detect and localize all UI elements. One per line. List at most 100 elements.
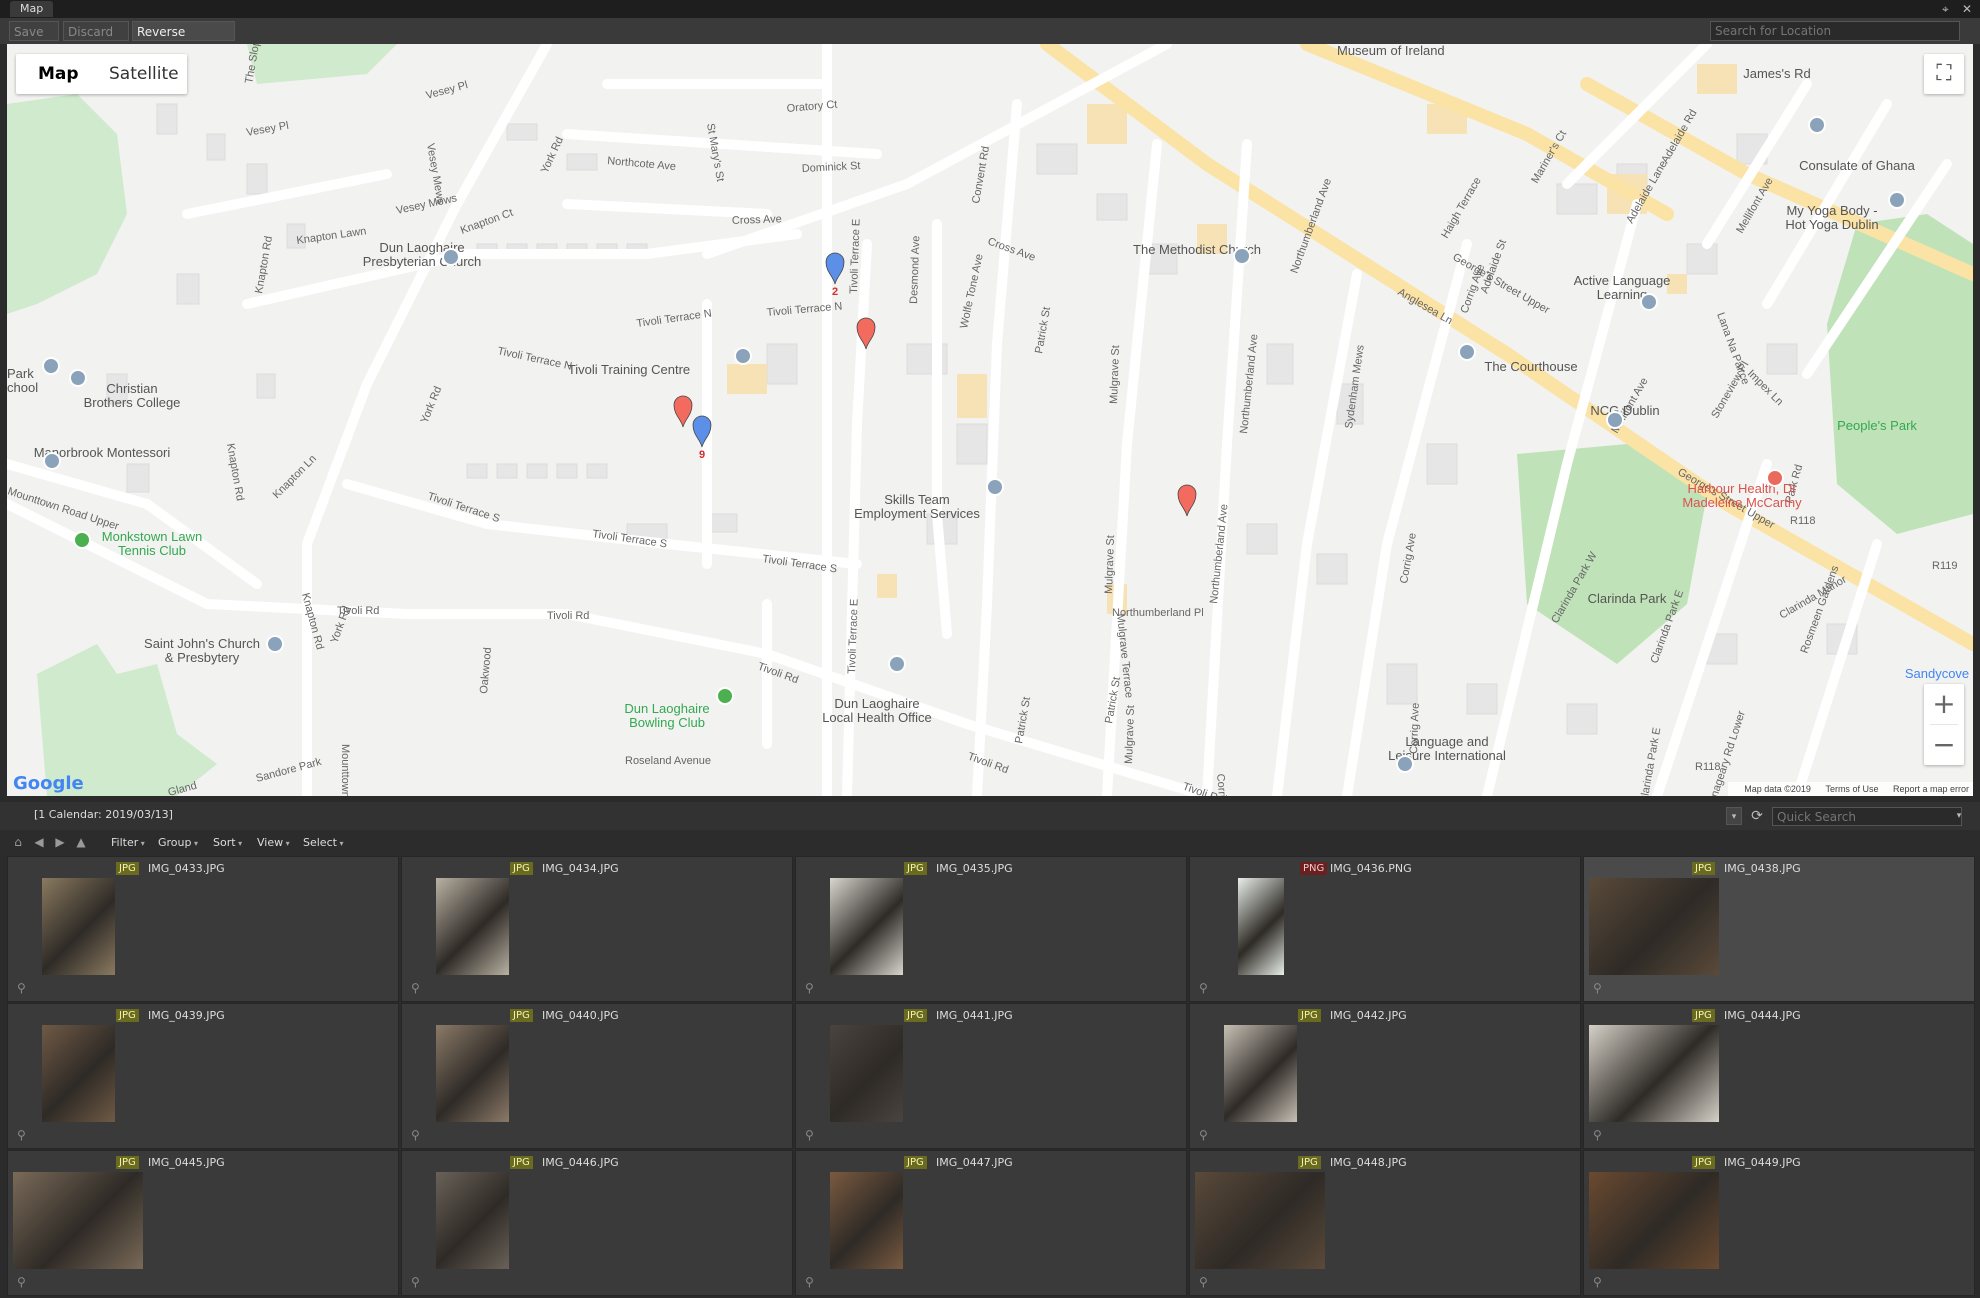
- map-poi[interactable]: Saint John's Church & Presbytery: [144, 635, 284, 665]
- photo-location-marker[interactable]: [1177, 484, 1197, 517]
- map-poi-label: James's Rd: [1743, 66, 1811, 81]
- thumbnail-item[interactable]: PNG IMG_0436.PNG ⚲: [1189, 856, 1581, 1002]
- report-map-error-link[interactable]: Report a map error: [1893, 784, 1969, 794]
- photo-thumbnail[interactable]: [42, 1025, 115, 1122]
- up-icon[interactable]: ▲: [74, 835, 88, 849]
- thumbnail-item[interactable]: JPG IMG_0445.JPG ⚲: [7, 1150, 399, 1296]
- geotag-pin-icon[interactable]: ⚲: [17, 1275, 26, 1289]
- group-menu[interactable]: Group: [158, 836, 198, 849]
- photo-location-marker[interactable]: [673, 395, 693, 428]
- map-poi[interactable]: Skills Team Employment Services: [854, 478, 1004, 521]
- thumbnail-item[interactable]: JPG IMG_0435.JPG ⚲: [795, 856, 1187, 1002]
- geotag-pin-icon[interactable]: ⚲: [1593, 981, 1602, 995]
- thumbnail-item[interactable]: JPG IMG_0446.JPG ⚲: [401, 1150, 793, 1296]
- home-icon[interactable]: ⌂: [11, 835, 25, 849]
- photo-thumbnail[interactable]: [830, 1025, 903, 1122]
- map-poi[interactable]: Dun Laoghaire Bowling Club: [624, 687, 734, 730]
- thumbnail-item[interactable]: JPG IMG_0440.JPG ⚲: [401, 1003, 793, 1149]
- geotag-pin-icon[interactable]: ⚲: [805, 981, 814, 995]
- map-street-label: Northumberland Ave: [1208, 504, 1230, 605]
- photo-thumbnail[interactable]: [1589, 1025, 1719, 1122]
- back-icon[interactable]: ◀: [32, 835, 46, 849]
- geotag-pin-icon[interactable]: ⚲: [1199, 1275, 1208, 1289]
- thumbnail-item[interactable]: JPG IMG_0449.JPG ⚲: [1583, 1150, 1975, 1296]
- photo-thumbnail[interactable]: [42, 878, 115, 975]
- thumbnail-item[interactable]: JPG IMG_0434.JPG ⚲: [401, 856, 793, 1002]
- map-street-label: Haigh Terrace: [1439, 175, 1484, 240]
- map-poi[interactable]: Clarinda Park: [1588, 591, 1667, 606]
- reverse-geocode-button[interactable]: Reverse Geocode: [132, 21, 235, 59]
- geotag-pin-icon[interactable]: ⚲: [17, 981, 26, 995]
- photo-thumbnail[interactable]: [1589, 878, 1719, 975]
- zoom-in-button[interactable]: +: [1924, 684, 1964, 724]
- photo-thumbnail[interactable]: [1195, 1172, 1325, 1269]
- photo-thumbnail[interactable]: [830, 1172, 903, 1269]
- forward-icon[interactable]: ▶: [53, 835, 67, 849]
- photo-thumbnail[interactable]: [436, 1172, 509, 1269]
- map-poi[interactable]: Active Language Learning: [1574, 273, 1671, 311]
- thumbnail-item[interactable]: JPG IMG_0439.JPG ⚲: [7, 1003, 399, 1149]
- thumbnail-item[interactable]: JPG IMG_0448.JPG ⚲: [1189, 1150, 1581, 1296]
- geotag-pin-icon[interactable]: ⚲: [1199, 981, 1208, 995]
- location-search-input[interactable]: [1710, 21, 1960, 41]
- map-type-map-button[interactable]: Map: [38, 54, 79, 94]
- map-marker-pin-icon[interactable]: [1177, 484, 1197, 517]
- map-poi[interactable]: James's Rd: [1743, 66, 1811, 81]
- geotag-pin-icon[interactable]: ⚲: [411, 1275, 420, 1289]
- map-poi[interactable]: Language and Leisure International: [1388, 734, 1506, 773]
- photo-thumbnail[interactable]: [436, 1025, 509, 1122]
- terms-of-use-link[interactable]: Terms of Use: [1825, 784, 1878, 794]
- map-poi[interactable]: The Courthouse: [1458, 343, 1578, 374]
- geotag-pin-icon[interactable]: ⚲: [411, 981, 420, 995]
- filter-menu[interactable]: Filter: [111, 836, 145, 849]
- geotag-pin-icon[interactable]: ⚲: [805, 1128, 814, 1142]
- map-poi[interactable]: Dun Laoghaire Presbyterian Church: [363, 240, 482, 269]
- view-menu[interactable]: View: [257, 836, 290, 849]
- zoom-out-button[interactable]: −: [1924, 725, 1964, 765]
- thumbnail-item[interactable]: JPG IMG_0438.JPG ⚲: [1583, 856, 1975, 1002]
- photo-thumbnail[interactable]: [1589, 1172, 1719, 1269]
- map-poi[interactable]: People's Park: [1837, 418, 1917, 433]
- map-view[interactable]: Vesey Pl Vesey Pl Vesey Mews Vesey Mews Knap…: [7, 44, 1973, 796]
- search-scope-dropdown[interactable]: ▾: [1726, 807, 1742, 825]
- file-name-label: IMG_0435.JPG: [936, 862, 1013, 875]
- photo-thumbnail[interactable]: [830, 878, 903, 975]
- file-name-label: IMG_0445.JPG: [148, 1156, 225, 1169]
- photo-thumbnail[interactable]: [13, 1172, 143, 1269]
- select-menu[interactable]: Select: [303, 836, 344, 849]
- map-canvas[interactable]: Vesey PlVesey PlVesey MewsVesey MewsKnap…: [7, 44, 1973, 796]
- pin-icon[interactable]: ⌖: [1942, 1, 1949, 17]
- map-poi[interactable]: Manorbrook Montessori: [34, 445, 171, 470]
- save-all-button[interactable]: Save All: [9, 21, 59, 59]
- thumbnail-item[interactable]: JPG IMG_0441.JPG ⚲: [795, 1003, 1187, 1149]
- sort-menu[interactable]: Sort: [213, 836, 242, 849]
- close-icon[interactable]: ✕: [1962, 1, 1972, 17]
- map-type-satellite-button[interactable]: Satellite: [109, 54, 179, 94]
- map-poi[interactable]: Tivoli Training Centre: [568, 347, 752, 377]
- geotag-pin-icon[interactable]: ⚲: [1593, 1128, 1602, 1142]
- map-poi[interactable]: Sandycove: [1905, 666, 1969, 681]
- photo-thumbnail[interactable]: [1238, 878, 1284, 975]
- poi-pin-icon: [442, 248, 460, 266]
- geotag-pin-icon[interactable]: ⚲: [805, 1275, 814, 1289]
- thumbnail-item[interactable]: JPG IMG_0442.JPG ⚲: [1189, 1003, 1581, 1149]
- quick-search-input[interactable]: [1772, 807, 1962, 826]
- geotag-pin-icon[interactable]: ⚲: [1199, 1128, 1208, 1142]
- discard-all-button[interactable]: Discard All: [63, 21, 129, 59]
- fullscreen-icon[interactable]: ⛶: [1924, 54, 1964, 94]
- quick-search-dropdown-icon[interactable]: ▾: [1952, 807, 1966, 826]
- photo-thumbnail[interactable]: [436, 878, 509, 975]
- geotag-pin-icon[interactable]: ⚲: [411, 1128, 420, 1142]
- map-poi[interactable]: Museum of Ireland: [1337, 44, 1445, 58]
- window-tab-map[interactable]: Map: [10, 1, 54, 17]
- geotag-pin-icon[interactable]: ⚲: [1593, 1275, 1602, 1289]
- geotag-pin-icon[interactable]: ⚲: [17, 1128, 26, 1142]
- map-marker-pin-icon[interactable]: [673, 395, 693, 428]
- refresh-icon[interactable]: ⟳: [1748, 807, 1766, 825]
- thumbnail-item[interactable]: JPG IMG_0447.JPG ⚲: [795, 1150, 1187, 1296]
- thumbnail-item[interactable]: JPG IMG_0444.JPG ⚲: [1583, 1003, 1975, 1149]
- thumbnail-item[interactable]: JPG IMG_0433.JPG ⚲: [7, 856, 399, 1002]
- photo-thumbnail[interactable]: [1224, 1025, 1297, 1122]
- map-street-label: Knapton Ln: [271, 453, 319, 501]
- map-poi[interactable]: Park chool: [7, 357, 60, 395]
